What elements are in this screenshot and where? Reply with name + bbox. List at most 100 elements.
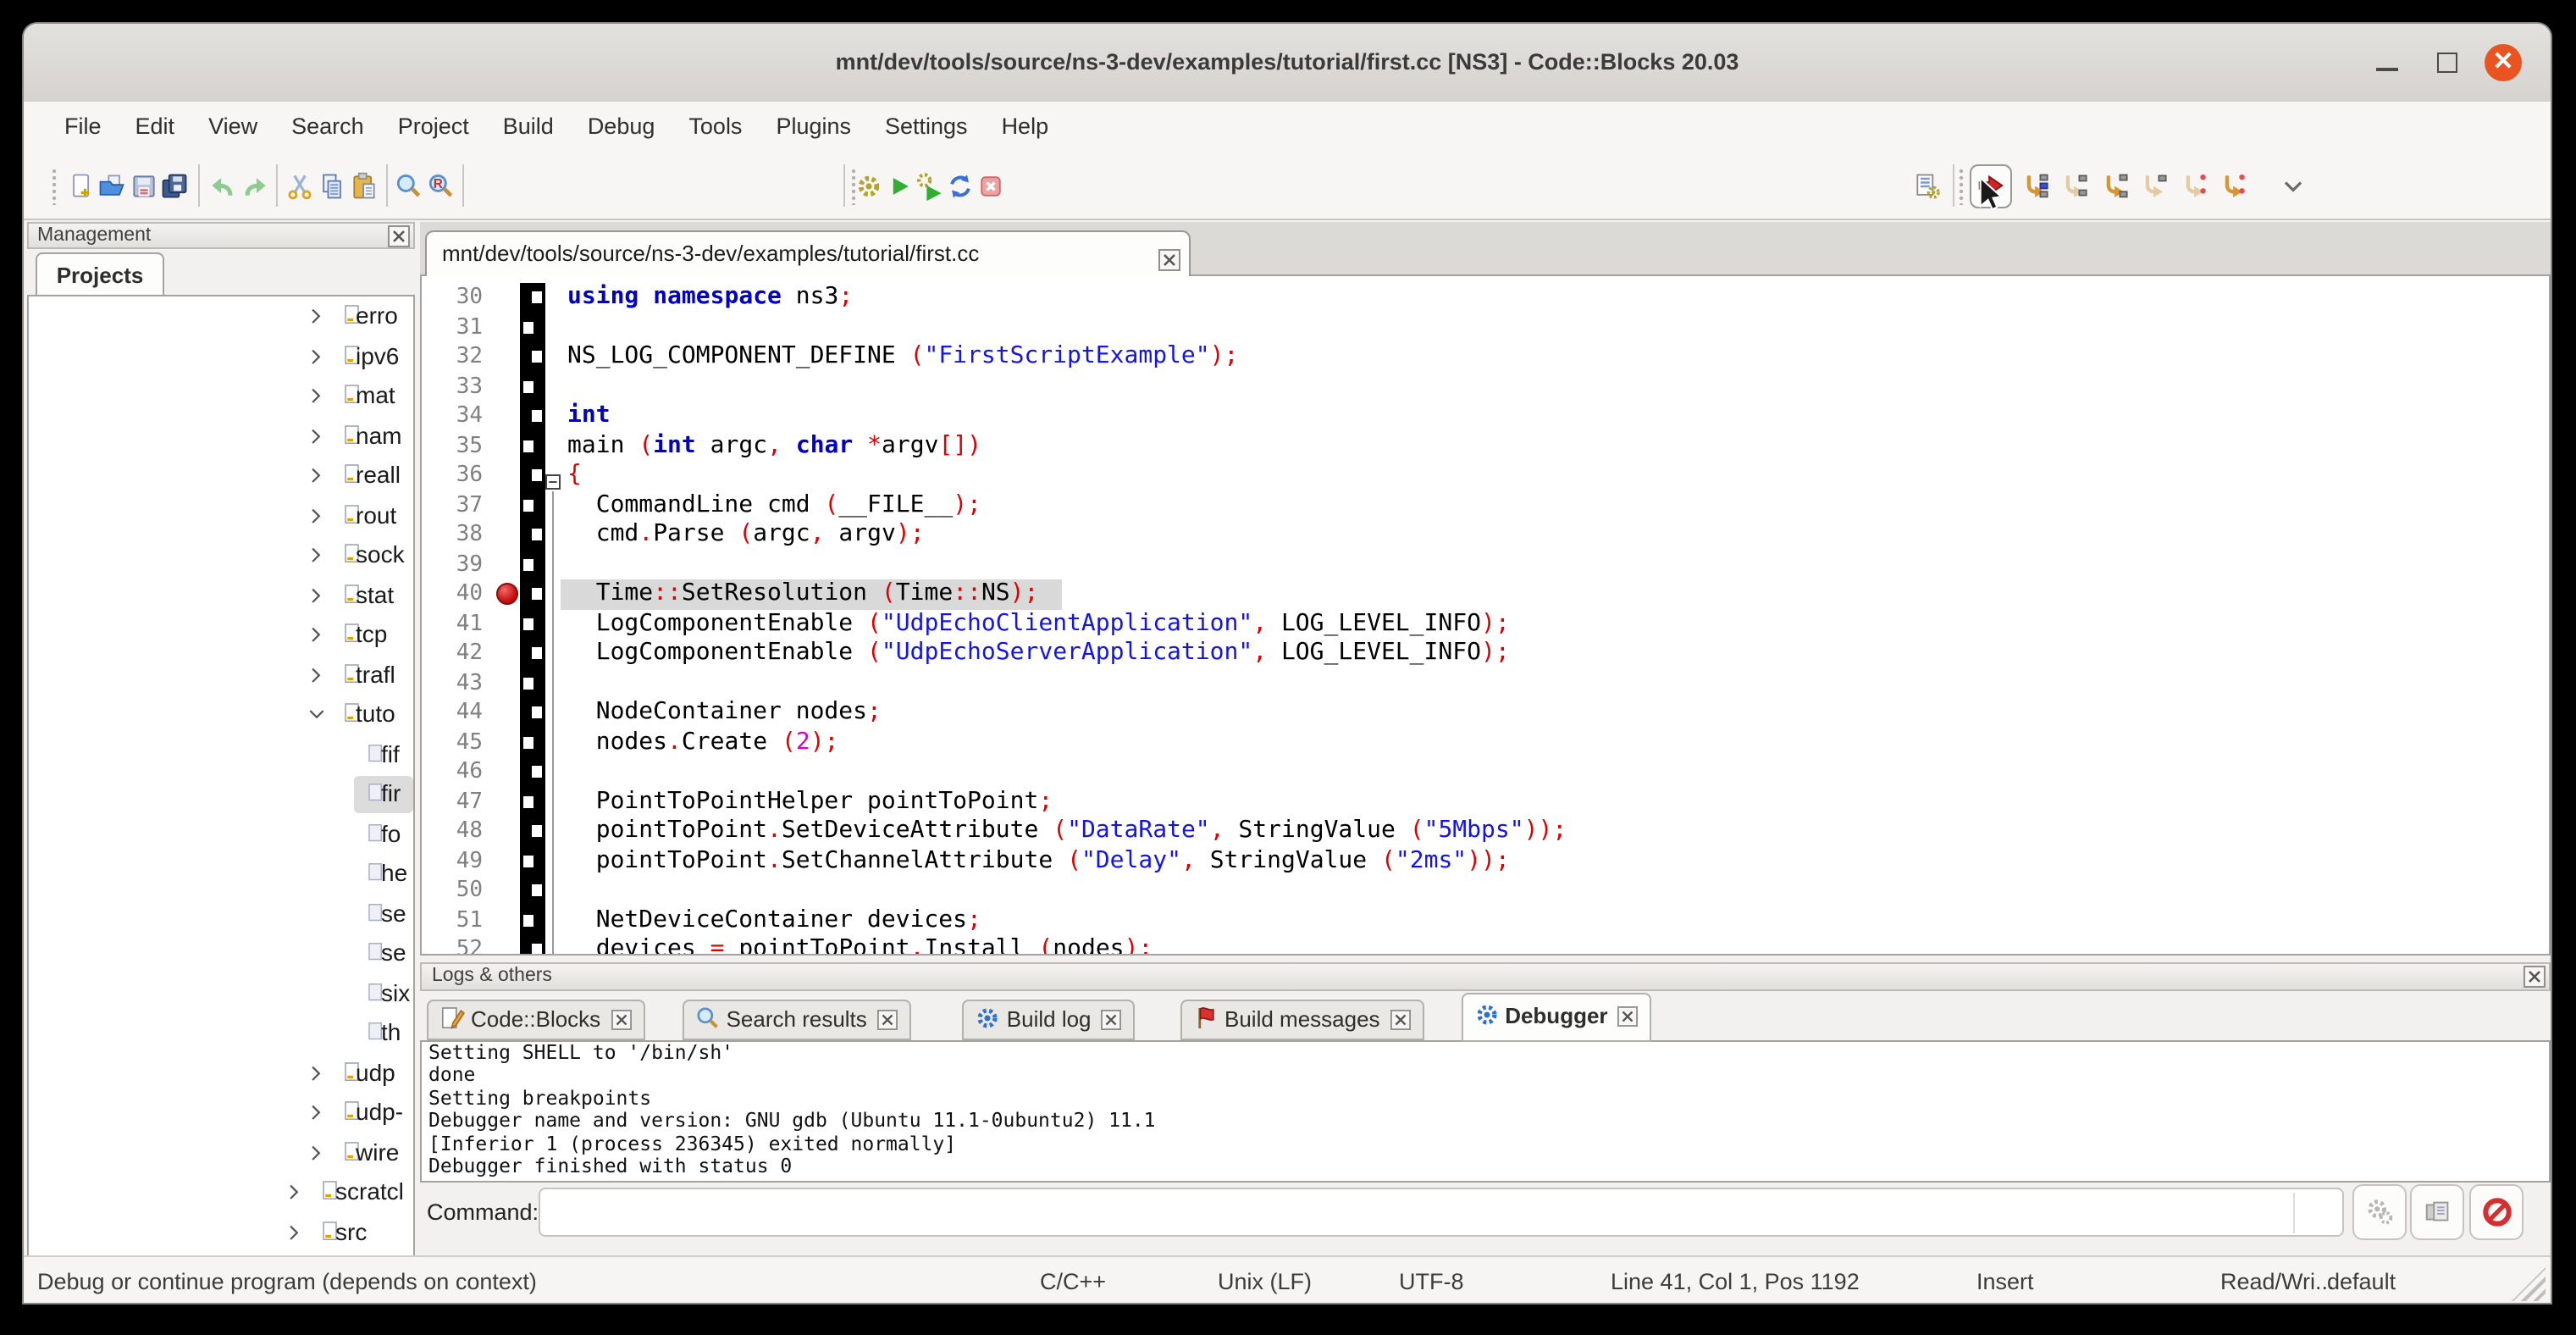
fold-margin[interactable]: [545, 342, 561, 372]
tree-item-udp-[interactable]: udp-: [29, 1094, 413, 1134]
clear-button[interactable]: [2469, 1184, 2523, 1240]
code-editor[interactable]: 30using namespace ns3;3132NS_LOG_COMPONE…: [420, 276, 2551, 956]
command-input[interactable]: [539, 1188, 2344, 1237]
breakpoint-margin[interactable]: [496, 579, 520, 609]
tree-item-se[interactable]: se: [29, 895, 413, 935]
log-tab-build-log[interactable]: Build log: [963, 1000, 1136, 1040]
tree-item-nam[interactable]: nam: [29, 418, 413, 457]
build-and-run-button[interactable]: [913, 166, 945, 207]
build-button[interactable]: [852, 166, 884, 207]
copy-contents-button[interactable]: [2410, 1184, 2464, 1240]
tree-item-se[interactable]: se: [29, 935, 413, 975]
breakpoint-margin[interactable]: [496, 698, 520, 728]
tree-item-six[interactable]: six: [29, 975, 413, 1015]
code-line-43[interactable]: 43: [422, 668, 2549, 698]
rebuild-button[interactable]: [943, 166, 976, 207]
menu-search[interactable]: Search: [274, 102, 381, 152]
breakpoint-margin[interactable]: [496, 431, 520, 461]
code-line-38[interactable]: 38 cmd.Parse (argc, argv);: [422, 520, 2549, 550]
breakpoint-margin[interactable]: [496, 550, 520, 579]
next-line-button[interactable]: [2059, 166, 2091, 207]
toolbar-grip[interactable]: [1958, 168, 1965, 205]
menu-plugins[interactable]: Plugins: [759, 102, 868, 152]
menu-project[interactable]: Project: [381, 102, 486, 152]
tab-close-icon[interactable]: [877, 1005, 899, 1027]
fold-margin[interactable]: [545, 579, 561, 609]
tree-item-tuto[interactable]: tuto: [29, 696, 413, 736]
code-line-48[interactable]: 48 pointToPoint.SetDeviceAttribute ("Dat…: [422, 817, 2549, 846]
fold-margin[interactable]: [545, 906, 561, 935]
log-tab-code-blocks[interactable]: Code::Blocks: [427, 1000, 644, 1040]
chevron-right-icon[interactable]: [305, 1141, 329, 1170]
chevron-right-icon[interactable]: [283, 1181, 307, 1210]
code-line-49[interactable]: 49 pointToPoint.SetChannelAttribute ("De…: [422, 846, 2549, 876]
code-line-42[interactable]: 42 LogComponentEnable ("UdpEchoServerApp…: [422, 639, 2549, 668]
fold-margin[interactable]: [545, 876, 561, 906]
chevron-right-icon[interactable]: [283, 1221, 307, 1249]
fold-margin[interactable]: [545, 490, 561, 520]
debug-continue-button[interactable]: [1970, 164, 2012, 208]
chevron-right-icon[interactable]: [305, 345, 329, 374]
editor-tab-first-cc[interactable]: mnt/dev/tools/source/ns-3-dev/examples/t…: [425, 230, 1191, 276]
tab-close-icon[interactable]: [1618, 998, 1640, 1020]
toolbar-grip[interactable]: [51, 168, 58, 205]
code-line-51[interactable]: 51 NetDeviceContainer devices;: [422, 906, 2549, 935]
menu-debug[interactable]: Debug: [571, 102, 672, 152]
menu-settings[interactable]: Settings: [868, 102, 985, 152]
fold-margin[interactable]: [545, 668, 561, 698]
code-line-52[interactable]: 52 devices = pointToPoint.Install (nodes…: [422, 935, 2549, 956]
code-line-31[interactable]: 31: [422, 313, 2549, 342]
menu-file[interactable]: File: [47, 102, 119, 152]
chevron-right-icon[interactable]: [305, 544, 329, 573]
breakpoint-margin[interactable]: [496, 668, 520, 698]
menu-tools[interactable]: Tools: [672, 102, 759, 152]
code-line-36[interactable]: 36{: [422, 461, 2549, 490]
tree-item-src[interactable]: src: [29, 1214, 413, 1254]
logs-close-icon[interactable]: [2523, 966, 2546, 988]
breakpoint-margin[interactable]: [496, 342, 520, 372]
breakpoint-margin[interactable]: [496, 935, 520, 956]
fold-margin[interactable]: [545, 817, 561, 846]
code-line-45[interactable]: 45 nodes.Create (2);: [422, 728, 2549, 757]
breakpoint-margin[interactable]: [496, 461, 520, 490]
tree-item-mat[interactable]: mat: [29, 378, 413, 418]
management-close-icon[interactable]: [388, 225, 410, 247]
breakpoint-margin[interactable]: [496, 520, 520, 550]
chevron-right-icon[interactable]: [305, 305, 329, 334]
fold-margin[interactable]: [545, 728, 561, 757]
gears-button[interactable]: [2352, 1184, 2407, 1240]
breakpoint-icon[interactable]: [496, 583, 518, 605]
breakpoint-margin[interactable]: [496, 283, 520, 313]
cut-button[interactable]: [283, 166, 315, 207]
log-tab-search-results[interactable]: Search results: [683, 1000, 911, 1040]
undo-button[interactable]: [205, 166, 237, 207]
fold-margin[interactable]: [545, 372, 561, 402]
code-line-50[interactable]: 50: [422, 876, 2549, 906]
save-all-button[interactable]: [158, 166, 191, 207]
breakpoint-margin[interactable]: [496, 609, 520, 639]
tab-close-icon[interactable]: [1390, 1005, 1412, 1027]
next-instruction-button[interactable]: [2178, 166, 2210, 207]
code-line-40[interactable]: 40 Time::SetResolution (Time::NS);: [422, 579, 2549, 609]
code-line-47[interactable]: 47 PointToPointHelper pointToPoint;: [422, 787, 2549, 817]
titlebar[interactable]: mnt/dev/tools/source/ns-3-dev/examples/t…: [24, 24, 2551, 103]
chevron-right-icon[interactable]: [305, 584, 329, 612]
run-to-cursor-button[interactable]: [2019, 166, 2051, 207]
fold-margin[interactable]: [545, 787, 561, 817]
tree-item-ipv6[interactable]: ipv6: [29, 338, 413, 378]
editor-tab-close-icon[interactable]: [1158, 242, 1180, 264]
close-button[interactable]: ✕: [2479, 24, 2530, 102]
tree-item-sock[interactable]: sock: [29, 537, 413, 577]
tree-item-rout[interactable]: rout: [29, 497, 413, 537]
breakpoint-margin[interactable]: [496, 490, 520, 520]
chevron-down-icon[interactable]: [305, 703, 329, 732]
step-into-instruction-button[interactable]: [2218, 166, 2250, 207]
breakpoint-margin[interactable]: [496, 313, 520, 342]
maximize-button[interactable]: [2425, 24, 2469, 102]
fold-margin[interactable]: [545, 402, 561, 431]
fold-margin[interactable]: [545, 846, 561, 876]
breakpoint-margin[interactable]: [496, 787, 520, 817]
fold-margin[interactable]: [545, 461, 561, 490]
tree-item-fif[interactable]: fif: [29, 736, 413, 776]
fold-margin[interactable]: [545, 757, 561, 787]
